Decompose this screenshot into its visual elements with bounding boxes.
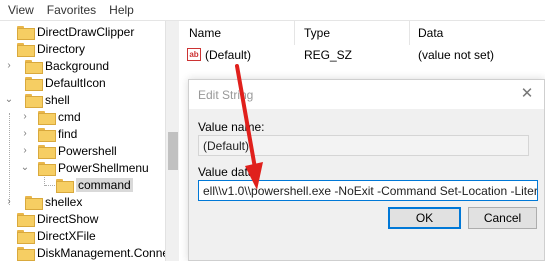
tree-item-label: DefaultIcon: [45, 75, 106, 90]
folder-icon: [17, 42, 35, 57]
column-header-type[interactable]: Type: [304, 21, 330, 45]
tree-item-label: Background: [45, 58, 110, 73]
tree-item-directshow[interactable]: DirectShow: [4, 210, 98, 227]
tree-item-label: find: [58, 126, 78, 141]
tree-item-powershell[interactable]: › Powershell: [20, 142, 117, 159]
tree-item-label: shell: [45, 92, 70, 107]
folder-icon: [38, 127, 56, 142]
column-header-name[interactable]: Name: [189, 21, 221, 45]
folder-icon: [56, 178, 74, 193]
value-name-label: Value name:: [198, 120, 265, 134]
tree-guide-line: [45, 185, 55, 186]
folder-icon: [17, 246, 35, 261]
tree-item-background[interactable]: › Background: [4, 57, 109, 74]
value-data: (value not set): [418, 47, 495, 62]
chevron-right-icon[interactable]: ›: [4, 60, 14, 71]
tree-item-cmd[interactable]: › cmd: [20, 108, 81, 125]
tree-item-diskmanagement[interactable]: DiskManagement.Connectio: [4, 244, 165, 261]
dialog-title-bar[interactable]: Edit String: [189, 80, 544, 109]
tree-item-directory[interactable]: Directory: [4, 40, 85, 57]
column-separator[interactable]: [294, 21, 295, 45]
value-name-cell: ab (Default): [187, 45, 251, 64]
column-header-data[interactable]: Data: [418, 21, 443, 45]
edit-string-dialog: Edit String ✕ Value name: (Default) Valu…: [188, 79, 545, 261]
menu-favorites[interactable]: Favorites: [47, 3, 96, 17]
tree-item-label: DirectShow: [37, 211, 99, 226]
chevron-right-icon[interactable]: ›: [20, 128, 30, 139]
dialog-title: Edit String: [198, 87, 254, 102]
tree-item-find[interactable]: › find: [20, 125, 77, 142]
tree-item-label: DiskManagement.Connectio: [37, 245, 165, 260]
chevron-right-icon[interactable]: ›: [4, 196, 14, 207]
tree-item-defaulticon[interactable]: DefaultIcon: [4, 74, 106, 91]
folder-icon: [17, 229, 35, 244]
value-name-field[interactable]: (Default): [198, 135, 529, 156]
tree-item-label: shellex: [45, 194, 83, 209]
folder-icon: [17, 25, 35, 40]
menu-bar: View Favorites Help: [0, 0, 545, 21]
chevron-down-icon[interactable]: ⌄: [4, 94, 14, 105]
ok-button[interactable]: OK: [388, 207, 461, 229]
tree-item-powershellmenu[interactable]: ⌄ PowerShellmenu: [20, 159, 149, 176]
tree-item-shellex[interactable]: › shellex: [4, 193, 82, 210]
folder-icon: [38, 144, 56, 159]
folder-icon: [17, 212, 35, 227]
menu-view[interactable]: View: [8, 3, 34, 17]
folder-icon: [25, 76, 43, 91]
menu-help[interactable]: Help: [109, 3, 134, 17]
tree-item-label: PowerShellmenu: [58, 160, 149, 175]
tree-item-command[interactable]: command: [56, 176, 133, 193]
tree-item-directxfile[interactable]: DirectXFile: [4, 227, 96, 244]
tree-item-shell[interactable]: ⌄ shell: [4, 91, 70, 108]
tree-item-label: Powershell: [58, 143, 117, 158]
tree-item-label: DirectXFile: [37, 228, 96, 243]
value-type: REG_SZ: [304, 47, 353, 62]
tree-item-label: command: [76, 177, 133, 192]
tree-item-directdrawclipper[interactable]: DirectDrawClipper: [4, 23, 134, 40]
tree-scrollbar[interactable]: [165, 21, 179, 261]
value-data-field[interactable]: ell\\v1.0\\powershell.exe -NoExit -Comma…: [198, 180, 538, 201]
tree-item-label: DirectDrawClipper: [37, 24, 135, 39]
value-name: (Default): [205, 47, 252, 62]
folder-icon: [38, 161, 56, 176]
registry-tree: DirectDrawClipper Directory › Background…: [0, 21, 165, 261]
string-value-icon: ab: [187, 48, 201, 61]
table-row[interactable]: ab (Default) REG_SZ (value not set): [181, 45, 545, 64]
cancel-button[interactable]: Cancel: [468, 207, 537, 229]
folder-icon: [38, 110, 56, 125]
folder-icon: [25, 93, 43, 108]
column-separator[interactable]: [409, 21, 410, 45]
tree-guide-line: [9, 113, 10, 205]
scrollbar-thumb[interactable]: [168, 132, 178, 170]
value-data-label: Value data:: [198, 165, 258, 179]
tree-item-label: Directory: [37, 41, 86, 56]
folder-icon: [25, 195, 43, 210]
folder-icon: [25, 59, 43, 74]
chevron-down-icon[interactable]: ⌄: [20, 162, 30, 173]
close-icon[interactable]: ✕: [518, 85, 536, 103]
chevron-right-icon[interactable]: ›: [20, 145, 30, 156]
tree-item-label: cmd: [58, 109, 81, 124]
chevron-right-icon[interactable]: ›: [20, 111, 30, 122]
